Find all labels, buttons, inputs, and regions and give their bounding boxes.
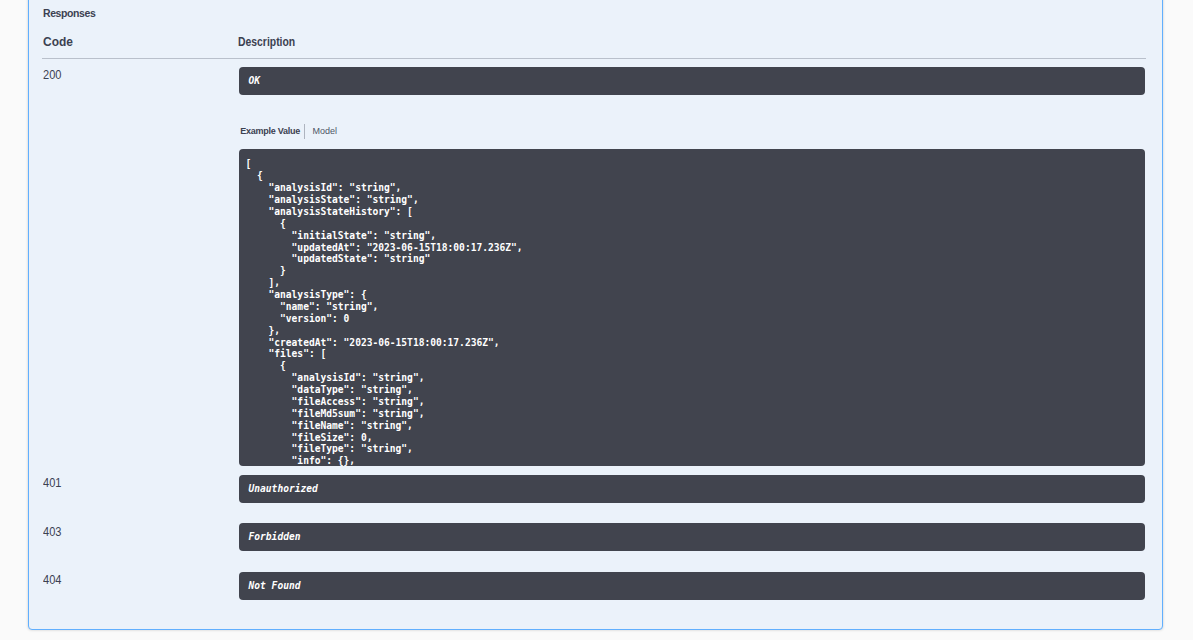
response-code-403: 403 xyxy=(43,524,65,539)
responses-title: Responses xyxy=(43,7,95,20)
column-header-description: Description xyxy=(238,34,310,50)
example-value-code-block: [ { "analysisId": "string", "analysisSta… xyxy=(239,149,1146,466)
tab-example-value[interactable]: Example Value xyxy=(240,124,300,139)
tab-separator xyxy=(304,124,305,139)
tab-model[interactable]: Model xyxy=(312,124,337,139)
response-description-404: Not Found xyxy=(239,572,1146,600)
responses-section: Responses Code Description 200 OK Exampl… xyxy=(42,0,1146,640)
example-model-tabs: Example Value Model xyxy=(240,124,337,139)
column-header-code: Code xyxy=(43,34,76,50)
response-code-404: 404 xyxy=(43,572,65,587)
response-code-401: 401 xyxy=(43,475,65,490)
table-header-divider xyxy=(42,58,1146,59)
response-code-200: 200 xyxy=(43,67,65,82)
response-description-200: OK xyxy=(239,67,1146,95)
response-description-401: Unauthorized xyxy=(239,475,1146,503)
response-description-403: Forbidden xyxy=(239,523,1146,551)
